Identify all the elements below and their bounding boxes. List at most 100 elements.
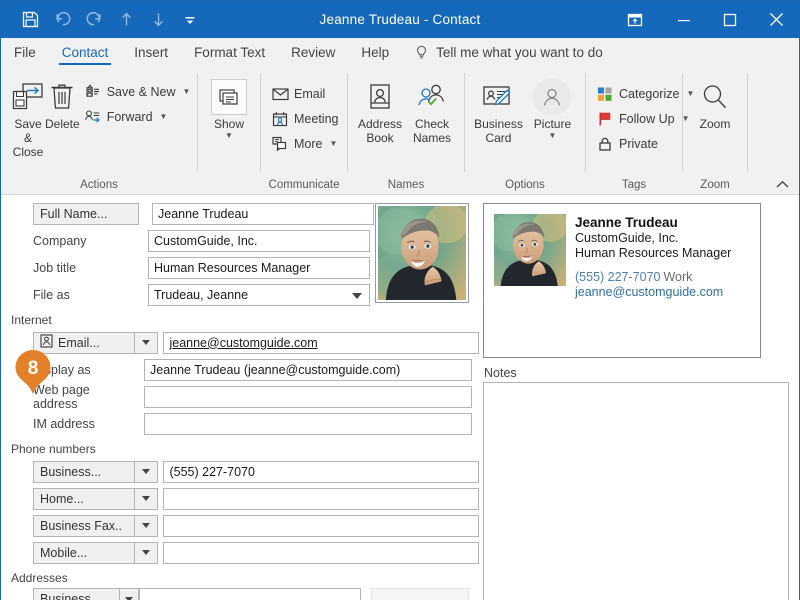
tab-file[interactable]: File [1,38,49,67]
maximize-button[interactable] [707,1,753,38]
notes-textarea[interactable] [483,382,789,600]
business-card-icon [481,79,515,115]
phone-row-business: Business... (555) 227-7070 [9,459,479,484]
full-name-value: Jeanne Trudeau [158,206,249,221]
previous-item-icon[interactable] [111,6,141,34]
chevron-down-icon[interactable]: ▼ [549,132,557,140]
im-address-input[interactable] [144,412,472,435]
categorize-icon [596,86,614,102]
phone-type-button-business-fax[interactable]: Business Fax.. [33,514,136,537]
phone-type-button-home[interactable]: Home... [33,487,136,510]
tab-review[interactable]: Review [278,38,348,67]
tab-format-text[interactable]: Format Text [181,38,278,67]
save-new-icon [84,83,102,100]
address-textarea[interactable] [139,588,361,600]
business-card-button[interactable]: Business Card [471,74,526,145]
phone-type-dropdown-home[interactable] [135,487,159,510]
display-as-value: Jeanne Trudeau (jeanne@customguide.com) [150,362,401,377]
zoom-label: Zoom [699,117,731,131]
next-item-icon[interactable] [143,6,173,34]
phone-type-dropdown-business[interactable] [135,460,159,483]
phone-type-button-business[interactable]: Business... [33,460,136,483]
more-button[interactable]: More ▼ [267,132,342,155]
phone-input-business-fax[interactable] [163,514,479,537]
zoom-button[interactable]: Zoom [689,74,741,131]
tell-me-search[interactable]: Tell me what you want to do [402,38,603,67]
ribbon-display-options-icon[interactable] [609,1,661,38]
chevron-down-icon[interactable]: ▼ [329,139,337,148]
check-names-button[interactable]: Check Names [406,74,458,145]
notes-label: Notes [484,366,517,380]
undo-icon[interactable] [47,6,77,34]
group-label-options: Options [505,179,545,191]
full-name-button[interactable]: Full Name... [33,202,139,225]
show-button[interactable]: Show ▼ [204,74,254,140]
phone-type-dropdown-business-fax[interactable] [135,514,159,537]
customize-quick-access-toolbar-icon[interactable] [175,6,205,34]
address-book-button[interactable]: Address Book [354,74,406,145]
forward-button[interactable]: Forward ▼ [80,105,195,128]
show-label: Show [213,117,245,131]
categorize-label: Categorize [619,86,680,101]
address-type-dropdown[interactable] [119,588,139,600]
save-and-close-button[interactable]: Save & Close [11,74,45,159]
contact-photo-thumbnail[interactable] [375,203,469,303]
display-as-label: Display as [33,362,91,377]
business-card-preview[interactable]: Jeanne Trudeau CustomGuide, Inc. Human R… [483,203,761,358]
map-it-button[interactable]: Map It [371,588,469,600]
group-label-tags: Tags [621,179,647,191]
chevron-down-icon[interactable]: ▼ [182,87,190,96]
envelope-icon [271,87,289,101]
file-as-combobox[interactable]: Trudeau, Jeanne [148,283,370,306]
phone-numbers-section-label: Phone numbers [11,442,96,456]
tab-insert[interactable]: Insert [121,38,181,67]
display-as-input[interactable]: Jeanne Trudeau (jeanne@customguide.com) [144,358,472,381]
email-input[interactable]: jeanne@customguide.com [163,331,479,354]
chevron-down-icon[interactable]: ▼ [225,132,233,140]
more-icon [271,136,289,151]
internet-section-label: Internet [11,313,52,327]
communicate-buttons: Email Meeting More ▼ [267,74,342,155]
forward-icon [84,108,102,125]
group-separator [747,73,748,172]
group-label-show [198,176,260,194]
chevron-down-icon[interactable]: ▼ [160,112,168,121]
phone-row-mobile: Mobile... [9,540,479,565]
contact-form: Full Name... Jeanne Trudeau Company Cust… [1,195,799,600]
actions-small-buttons: Save & New ▼ Forward ▼ [80,74,195,128]
save-and-new-label: Save & New [106,84,176,99]
phone-type-button-mobile[interactable]: Mobile... [33,541,136,564]
business-card-info: Jeanne Trudeau CustomGuide, Inc. Human R… [566,214,731,347]
phone-type-dropdown-mobile[interactable] [135,541,159,564]
email-button[interactable]: Email... [33,331,136,354]
business-card-job-title: Human Resources Manager [575,246,732,260]
phone-input-home[interactable] [163,487,479,510]
close-button[interactable] [753,1,799,38]
phone-input-business[interactable]: (555) 227-7070 [163,460,479,483]
minimize-button[interactable] [661,1,707,38]
phone-input-mobile[interactable] [163,541,479,564]
delete-button[interactable]: Delete [45,74,80,131]
tab-contact[interactable]: Contact [49,38,122,67]
private-label: Private [619,136,658,151]
company-input[interactable]: CustomGuide, Inc. [148,229,370,252]
business-card-phone: (555) 227-7070 [575,270,661,284]
email-type-dropdown[interactable] [135,331,159,354]
collapse-ribbon-button[interactable] [771,175,793,193]
email-button[interactable]: Email [267,82,342,105]
web-page-address-input[interactable] [144,385,472,408]
addresses-section-label: Addresses [11,571,68,585]
picture-person-icon [533,78,572,116]
trash-icon [49,79,75,115]
tab-help[interactable]: Help [348,38,402,67]
save-icon[interactable] [15,6,45,34]
picture-button[interactable]: Picture ▼ [526,74,579,140]
chevron-down-icon[interactable] [352,292,362,299]
save-and-new-button[interactable]: Save & New ▼ [80,80,195,103]
address-book-icon [366,79,394,115]
job-title-input[interactable]: Human Resources Manager [148,256,370,279]
address-type-button[interactable]: Business... [33,588,120,600]
meeting-button[interactable]: Meeting [267,107,342,130]
redo-icon[interactable] [79,6,109,34]
full-name-input[interactable]: Jeanne Trudeau [152,202,374,225]
